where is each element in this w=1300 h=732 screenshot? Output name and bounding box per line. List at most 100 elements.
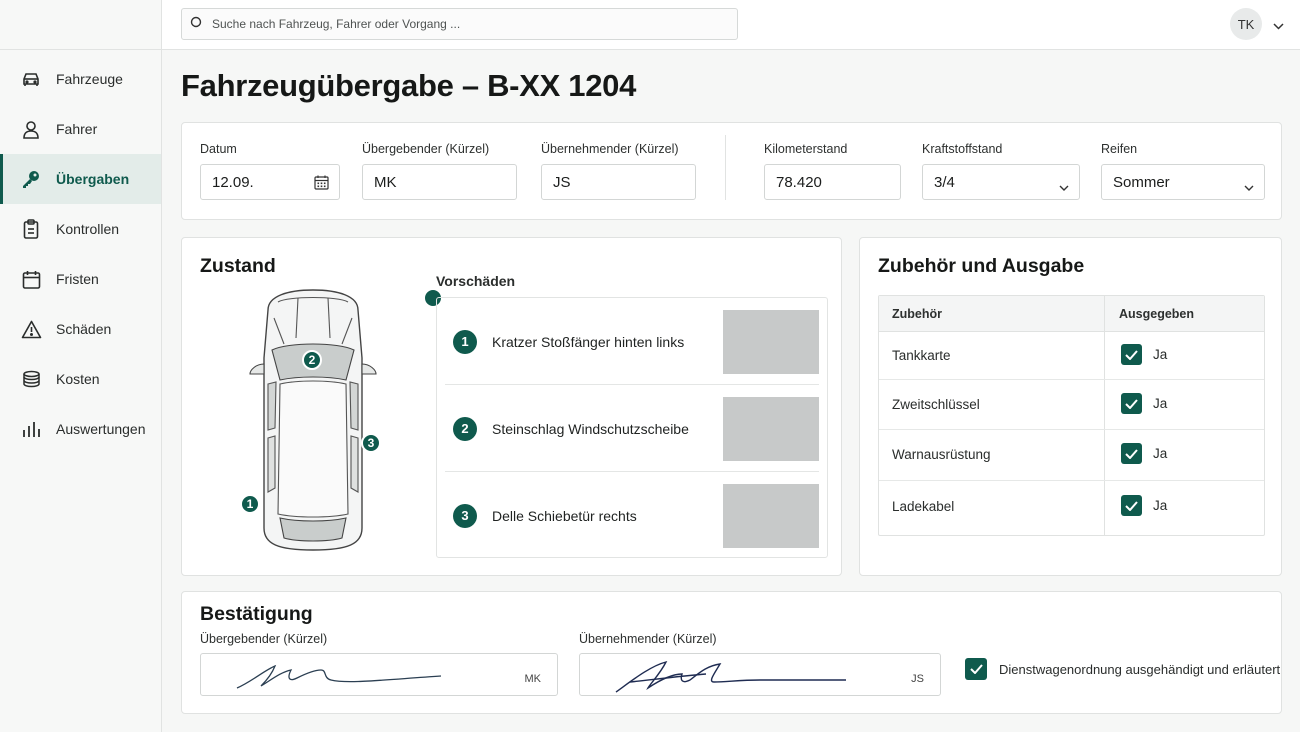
- zustand-title: Zustand: [200, 255, 276, 277]
- sidebar-item-fahrer[interactable]: Fahrer: [0, 104, 161, 154]
- damage-item[interactable]: 1 Kratzer Stoßfänger hinten links: [445, 298, 819, 385]
- topbar: TK: [162, 0, 1300, 50]
- damage-marker-3[interactable]: 3: [361, 433, 381, 453]
- key-icon: [20, 168, 42, 190]
- damage-number: 2: [453, 416, 477, 441]
- check-icon: [1125, 398, 1138, 409]
- zubehoer-table: Zubehör Ausgegeben Tankkarte Ja Zweitsch…: [878, 295, 1265, 536]
- reifen-label: Reifen: [1101, 142, 1138, 156]
- sidebar-item-uebergaben[interactable]: Übergaben: [0, 154, 161, 204]
- issued-label: Ja: [1153, 396, 1168, 411]
- search-bar[interactable]: [181, 8, 738, 40]
- sidebar-item-schaeden[interactable]: Schäden: [0, 304, 161, 354]
- user-icon: [20, 118, 42, 140]
- check-icon: [1125, 448, 1138, 459]
- sidebar-item-kosten[interactable]: Kosten: [0, 354, 161, 404]
- sidebar-item-label: Fahrer: [56, 121, 98, 137]
- confirm-checkbox-row[interactable]: Dienstwagenordnung ausgehändigt und erlä…: [965, 658, 1280, 680]
- damage-photo[interactable]: [723, 396, 819, 461]
- sig-giver-label: Übergebender (Kürzel): [200, 632, 328, 646]
- sidebar-header: [0, 0, 161, 50]
- table-row: Tankkarte Ja: [879, 332, 1264, 380]
- zustand-card: Zustand 2 3 1 Vorschäden 1 Kratzer Stoßf…: [181, 237, 842, 576]
- search-input[interactable]: [212, 17, 737, 31]
- page-title: Fahrzeugübergabe – B-XX 1204: [181, 68, 637, 103]
- issued-label: Ja: [1153, 347, 1168, 362]
- sidebar-item-fahrzeuge[interactable]: Fahrzeuge: [0, 54, 161, 104]
- damage-text: Delle Schiebetür rechts: [492, 507, 637, 524]
- van-topview-icon: [249, 289, 377, 551]
- issued-checkbox[interactable]: [1121, 393, 1142, 414]
- sig-taker-label: Übernehmender (Kürzel): [579, 632, 717, 646]
- damage-marker-2[interactable]: 2: [302, 350, 322, 370]
- uebergebender-label: Übergebender (Kürzel): [362, 142, 490, 156]
- confirm-text: Dienstwagenordnung ausgehändigt und erlä…: [999, 661, 1281, 677]
- km-field[interactable]: 78.420: [764, 164, 901, 200]
- damage-number: 1: [453, 329, 477, 354]
- table-header: Zubehör Ausgegeben: [879, 296, 1264, 332]
- field-divider: [725, 135, 726, 200]
- bestaetigung-card: Bestätigung Übergebender (Kürzel) MK Übe…: [181, 591, 1282, 714]
- damage-photo[interactable]: [723, 309, 819, 374]
- zubehoer-card: Zubehör und Ausgabe Zubehör Ausgegeben T…: [859, 237, 1282, 576]
- check-icon: [1125, 500, 1138, 511]
- coins-icon: [20, 368, 42, 390]
- bestaetigung-title: Bestätigung: [200, 603, 313, 625]
- signature-giver-field[interactable]: MK: [200, 653, 558, 696]
- sidebar-nav: Fahrzeuge Fahrer Übergaben Kontrollen Fr…: [0, 54, 161, 454]
- damage-photo[interactable]: [723, 483, 819, 548]
- sidebar-item-label: Kosten: [56, 371, 100, 387]
- handover-fields-card: Datum 12.09. Übergebender (Kürzel) MK Üb…: [181, 122, 1282, 220]
- datum-field[interactable]: 12.09.: [200, 164, 340, 200]
- issued-checkbox[interactable]: [1121, 495, 1142, 516]
- damage-marker-1[interactable]: 1: [240, 494, 260, 514]
- damage-list: 1 Kratzer Stoßfänger hinten links 2 Stei…: [436, 297, 828, 558]
- kraftstoff-label: Kraftstoffstand: [922, 142, 1003, 156]
- uebergebender-field[interactable]: MK: [362, 164, 517, 200]
- item-name: Ladekabel: [892, 499, 955, 514]
- uebernehmender-label: Übernehmender (Kürzel): [541, 142, 679, 156]
- issued-label: Ja: [1153, 498, 1168, 513]
- column-header-ausgegeben: Ausgegeben: [1119, 307, 1195, 321]
- signature-taker-field[interactable]: JS: [579, 653, 941, 696]
- uebernehmender-value: JS: [553, 173, 571, 191]
- calendar-icon: [20, 268, 42, 290]
- vehicle-diagram: [238, 288, 443, 556]
- issued-checkbox[interactable]: [1121, 344, 1142, 365]
- vorschaeden-title: Vorschäden: [436, 273, 516, 289]
- avatar[interactable]: TK: [1230, 8, 1262, 40]
- sidebar-item-label: Schäden: [56, 321, 112, 337]
- bar-chart-icon: [20, 418, 42, 440]
- sig-taker-initials: JS: [911, 673, 924, 685]
- chevron-down-icon[interactable]: [1273, 17, 1284, 35]
- km-label: Kilometerstand: [764, 142, 848, 156]
- sidebar-item-label: Kontrollen: [56, 221, 120, 237]
- search-icon: [190, 15, 202, 33]
- datum-label: Datum: [200, 142, 237, 156]
- sig-giver-initials: MK: [524, 673, 542, 685]
- issued-label: Ja: [1153, 446, 1168, 461]
- warning-icon: [20, 318, 42, 340]
- sidebar-item-fristen[interactable]: Fristen: [0, 254, 161, 304]
- clipboard-icon: [20, 218, 42, 240]
- kraftstoff-select[interactable]: 3/4: [922, 164, 1080, 200]
- check-icon: [1125, 349, 1138, 360]
- calendar-icon[interactable]: [314, 175, 329, 194]
- reifen-select[interactable]: Sommer: [1101, 164, 1265, 200]
- damage-item[interactable]: 3 Delle Schiebetür rechts: [445, 472, 819, 559]
- confirm-checkbox[interactable]: [965, 658, 987, 680]
- damage-text: Kratzer Stoßfänger hinten links: [492, 333, 685, 350]
- sidebar-item-auswertungen[interactable]: Auswertungen: [0, 404, 161, 454]
- uebernehmender-field[interactable]: JS: [541, 164, 696, 200]
- main-content: Fahrzeugübergabe – B-XX 1204 Datum 12.09…: [162, 50, 1300, 732]
- reifen-value: Sommer: [1113, 173, 1170, 191]
- sidebar-item-label: Auswertungen: [56, 421, 146, 437]
- uebergebender-value: MK: [374, 173, 397, 191]
- sidebar-item-kontrollen[interactable]: Kontrollen: [0, 204, 161, 254]
- signature-js-icon: [615, 660, 846, 693]
- signature-mk-icon: [236, 664, 442, 689]
- damage-item[interactable]: 2 Steinschlag Windschutzscheibe: [445, 385, 819, 472]
- issued-checkbox[interactable]: [1121, 443, 1142, 464]
- table-row: Ladekabel Ja: [879, 481, 1264, 535]
- column-header-zubehoer: Zubehör: [892, 307, 942, 321]
